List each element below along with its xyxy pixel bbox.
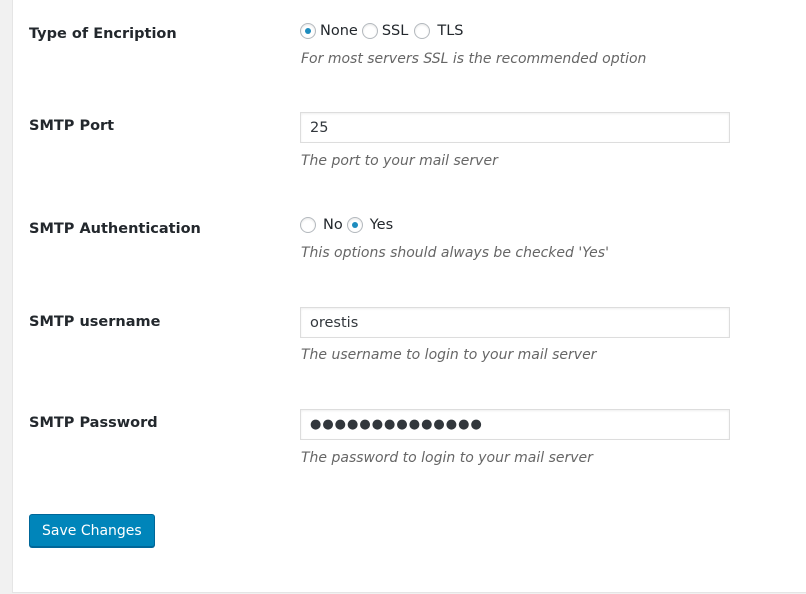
radio-auth-yes-label[interactable]: Yes xyxy=(370,217,393,233)
username-label: SMTP username xyxy=(29,314,161,330)
radio-encryption-none[interactable] xyxy=(300,23,316,39)
password-input[interactable]: ●●●●●●●●●●●●●● xyxy=(300,409,730,440)
encryption-description: For most servers SSL is the recommended … xyxy=(301,51,647,67)
save-changes-button[interactable]: Save Changes xyxy=(29,514,155,547)
password-label: SMTP Password xyxy=(29,415,158,431)
password-description: The password to login to your mail serve… xyxy=(301,450,593,466)
encryption-radio-group: None SSL TLS xyxy=(300,20,467,42)
radio-encryption-tls-label[interactable]: TLS xyxy=(437,23,463,39)
radio-auth-yes[interactable] xyxy=(346,217,363,233)
radio-encryption-ssl[interactable] xyxy=(361,23,378,39)
radio-auth-no[interactable] xyxy=(300,217,316,233)
encryption-label: Type of Encription xyxy=(29,26,177,42)
authentication-label: SMTP Authentication xyxy=(29,221,201,237)
radio-auth-no-label[interactable]: No xyxy=(323,217,343,233)
authentication-radio-group: No Yes xyxy=(300,214,397,236)
port-input[interactable]: 25 xyxy=(300,112,730,143)
port-description: The port to your mail server xyxy=(301,153,498,169)
radio-encryption-ssl-label[interactable]: SSL xyxy=(382,23,409,39)
radio-encryption-tls[interactable] xyxy=(414,23,431,39)
port-label: SMTP Port xyxy=(29,118,115,134)
radio-encryption-none-label[interactable]: None xyxy=(320,23,358,39)
username-input[interactable]: orestis xyxy=(300,307,730,338)
authentication-description: This options should always be checked 'Y… xyxy=(301,245,609,261)
username-description: The username to login to your mail serve… xyxy=(301,347,597,363)
settings-panel: Type of Encription None SSL TLS For most… xyxy=(12,0,806,593)
